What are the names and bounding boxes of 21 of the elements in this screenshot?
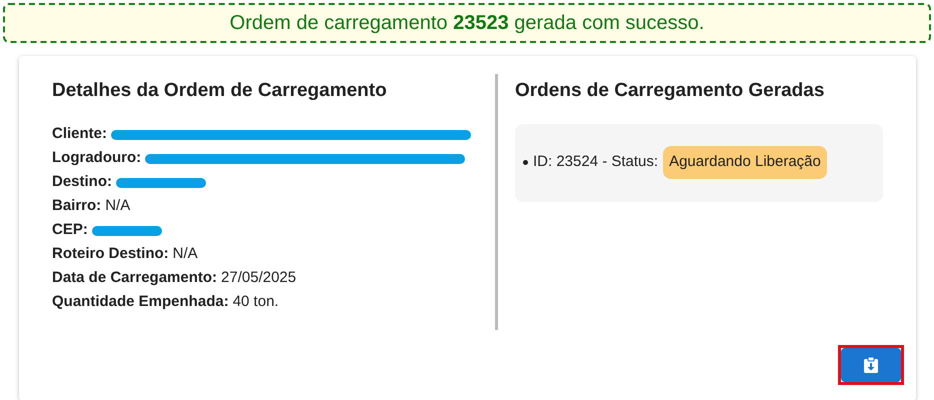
field-value: N/A	[172, 244, 198, 264]
field-value: 27/05/2025	[221, 268, 296, 288]
field-label: Data de Carregamento:	[52, 268, 218, 288]
status-badge: Aguardando Liberação	[663, 146, 827, 179]
field-label: CEP:	[52, 220, 88, 240]
orders-title: Ordens de Carregamento Geradas	[515, 79, 826, 103]
field-value: 40 ton.	[232, 292, 279, 312]
bullet-icon	[523, 160, 528, 165]
field-label: Bairro:	[52, 196, 102, 216]
field-label: Logradouro:	[52, 148, 142, 168]
clipboard-download-icon	[864, 357, 878, 373]
field-label: Quantidade Empenhada:	[52, 292, 229, 312]
order-text: ID: 23524 - Status:	[533, 152, 658, 172]
field-label: Cliente:	[52, 124, 108, 144]
download-button[interactable]	[838, 345, 904, 385]
redaction-scribble	[92, 224, 162, 236]
details-title: Detalhes da Ordem de Carregamento	[52, 79, 388, 103]
success-message: Ordem de carregamento 23523 gerada com sucesso.	[230, 11, 704, 36]
field-value: N/A	[105, 196, 130, 216]
field-label: Roteiro Destino:	[52, 244, 169, 264]
field-label: Destino:	[52, 172, 112, 192]
